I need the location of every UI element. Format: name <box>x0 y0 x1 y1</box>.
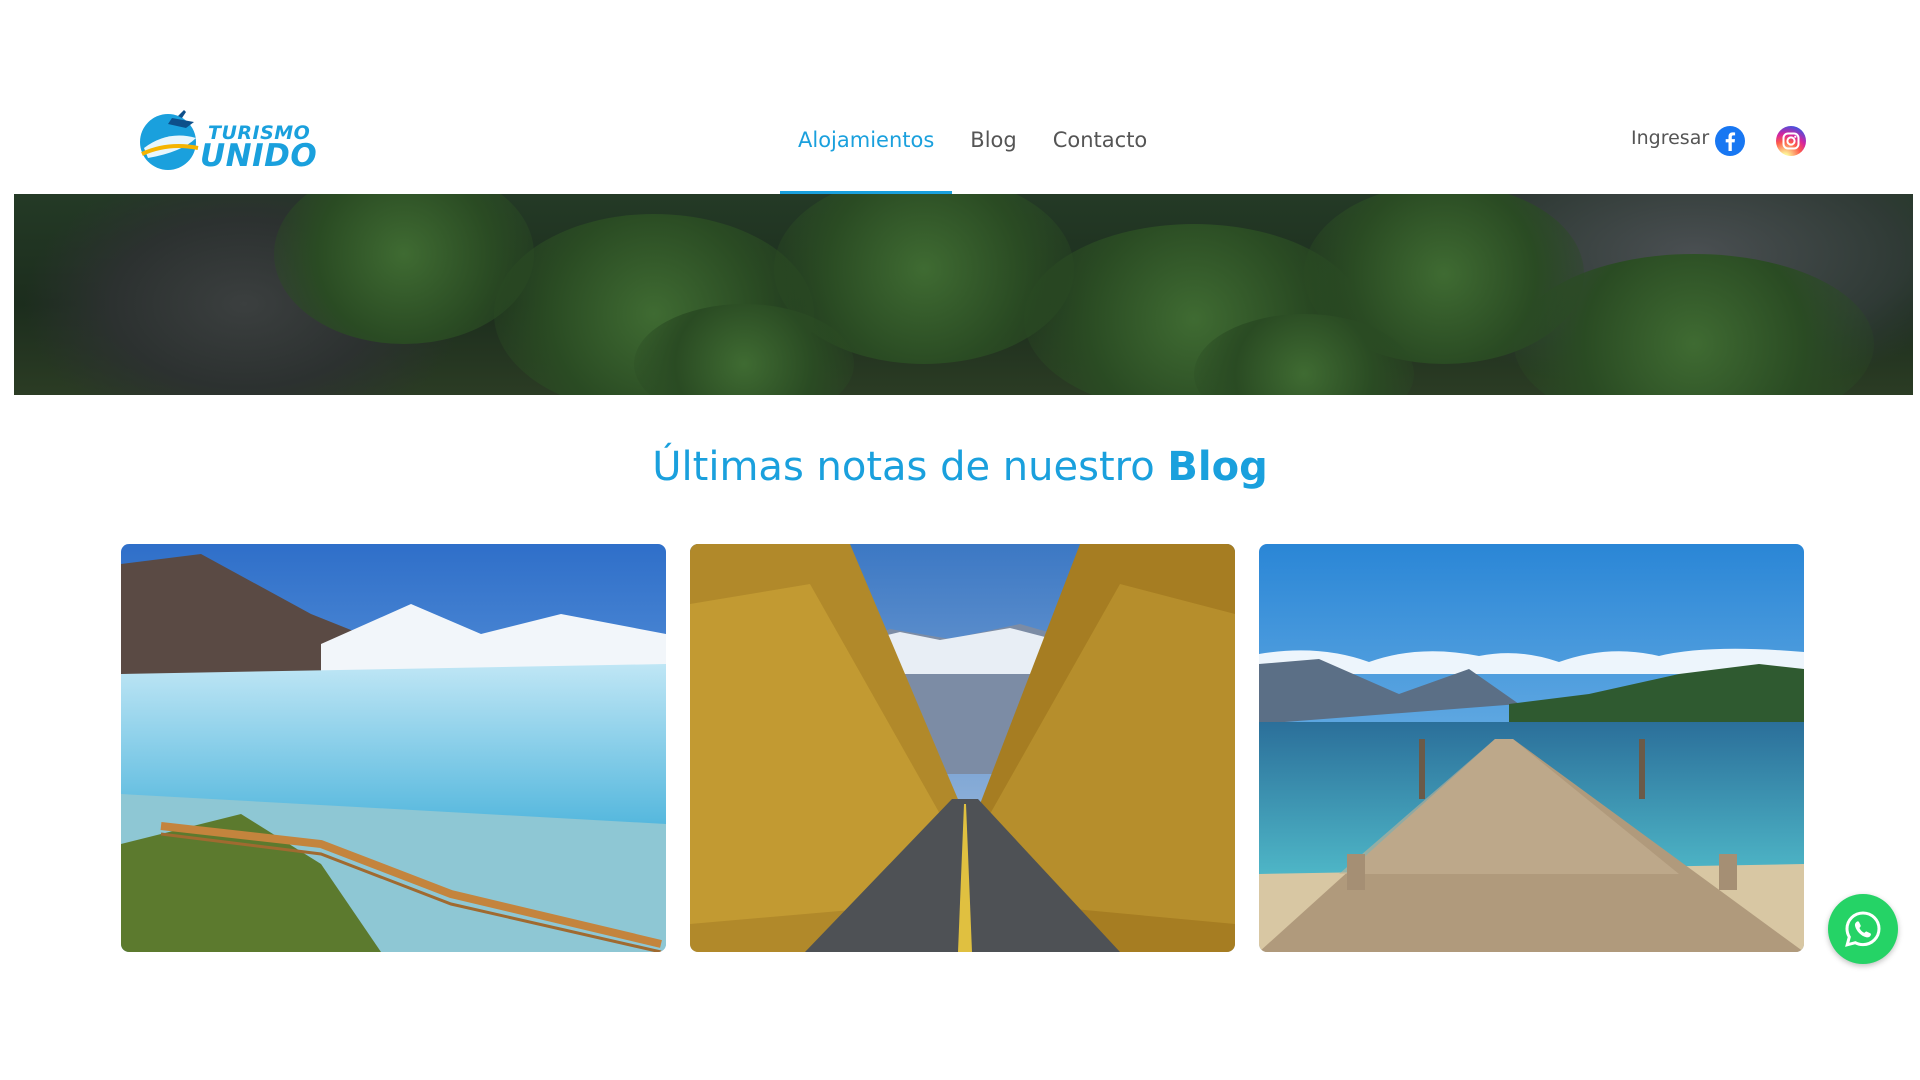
brand-logo[interactable]: TURISMO UNIDO <box>138 108 317 174</box>
blog-card-lake-pier[interactable] <box>1259 544 1804 952</box>
hero-banner-image <box>14 194 1913 395</box>
lake-pier-image <box>1259 544 1804 952</box>
glacier-walkway-image <box>121 544 666 952</box>
instagram-icon[interactable] <box>1775 125 1807 157</box>
login-link[interactable]: Ingresar <box>1631 127 1709 149</box>
blog-title-prefix: Últimas notas de nuestro <box>652 444 1155 490</box>
nav-item-alojamientos[interactable]: Alojamientos <box>780 108 953 194</box>
facebook-icon[interactable] <box>1714 125 1746 157</box>
blog-section-title: Últimas notas de nuestro Blog <box>0 444 1920 490</box>
main-nav: Alojamientos Blog Contacto <box>780 108 1165 194</box>
nav-item-blog[interactable]: Blog <box>952 108 1034 194</box>
brand-name-line2: UNIDO <box>200 138 318 174</box>
site-header: TURISMO UNIDO Alojamientos Blog Contacto… <box>0 0 1920 194</box>
globe-icon <box>140 110 199 170</box>
whatsapp-button[interactable] <box>1828 894 1898 964</box>
blog-card-autumn-road[interactable] <box>690 544 1235 952</box>
autumn-tree-road-image <box>690 544 1235 952</box>
whatsapp-icon <box>1845 911 1881 947</box>
blog-title-emphasis: Blog <box>1167 444 1268 490</box>
blog-card-glacier[interactable] <box>121 544 666 952</box>
nav-item-contacto[interactable]: Contacto <box>1035 108 1166 194</box>
